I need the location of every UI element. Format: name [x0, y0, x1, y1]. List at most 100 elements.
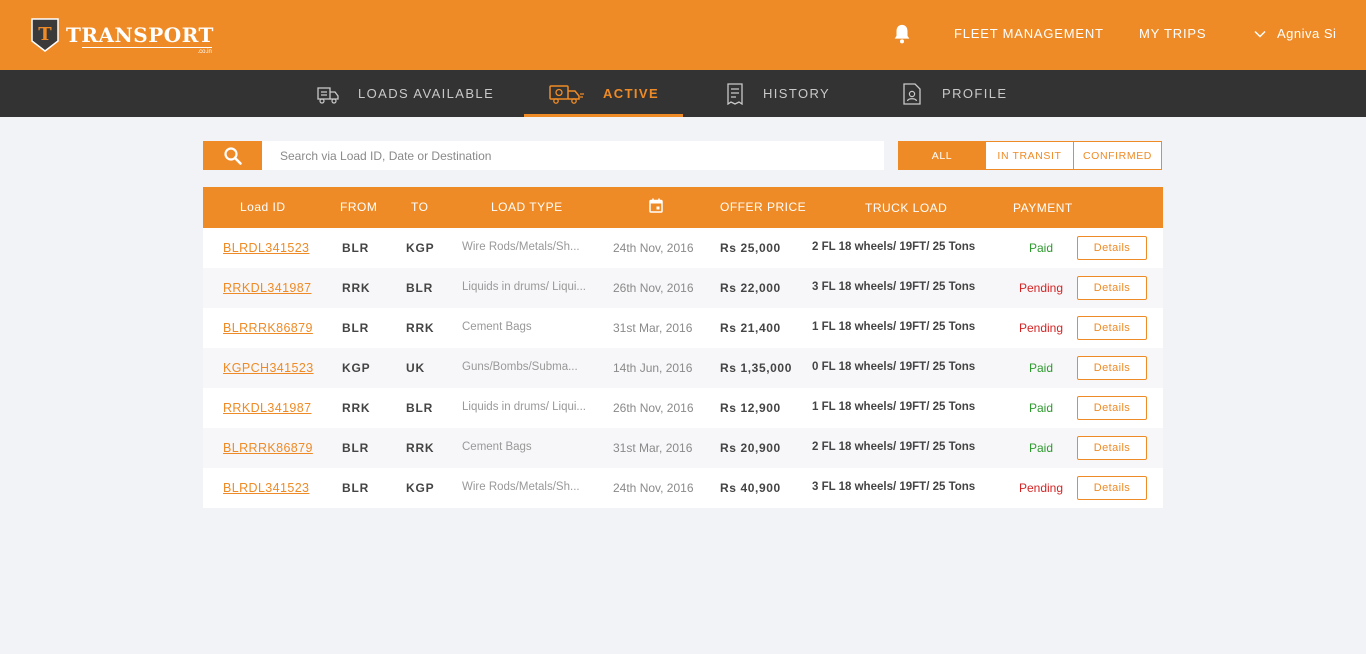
status-filter-group: ALL IN TRANSIT CONFIRMED: [898, 141, 1162, 170]
filter-in-transit[interactable]: IN TRANSIT: [986, 141, 1074, 170]
load-id-link[interactable]: BLRDL341523: [223, 241, 309, 255]
load-id-link[interactable]: KGPCH341523: [223, 361, 314, 375]
active-tab-indicator: [524, 114, 683, 117]
truck-load-cell: 0 FL 18 wheels/ 19FT/ 25 Tons: [812, 361, 976, 373]
from-cell: BLR: [342, 481, 370, 495]
load-id-link[interactable]: BLRDL341523: [223, 481, 309, 495]
moving-truck-icon: [549, 84, 584, 104]
payment-status: Pending: [1018, 481, 1064, 495]
header-load-type[interactable]: LOAD TYPE: [491, 200, 563, 214]
load-type-cell: Cement Bags: [462, 321, 532, 333]
header-offer-price[interactable]: OFFER PRICE: [720, 200, 806, 214]
header-from[interactable]: FROM: [340, 200, 377, 214]
tab-loads-available[interactable]: LOADS AVAILABLE: [316, 70, 494, 117]
to-cell: BLR: [406, 281, 434, 295]
load-id-link[interactable]: RRKDL341987: [223, 401, 311, 415]
offer-price-cell: Rs 1,35,000: [720, 361, 792, 375]
search-input[interactable]: [262, 141, 884, 170]
load-id-link[interactable]: BLRRRK86879: [223, 441, 313, 455]
tab-history[interactable]: HISTORY: [725, 70, 830, 117]
date-cell: 14th Jun, 2016: [613, 361, 693, 375]
filter-confirmed[interactable]: CONFIRMED: [1074, 141, 1162, 170]
date-cell: 31st Mar, 2016: [613, 441, 693, 455]
tab-label: LOADS AVAILABLE: [358, 86, 495, 101]
load-type-cell: Guns/Bombs/Subma...: [462, 361, 578, 373]
to-cell: UK: [406, 361, 425, 375]
load-type-cell: Liquids in drums/ Liqui...: [462, 281, 587, 293]
load-id-link[interactable]: RRKDL341987: [223, 281, 311, 295]
payment-status: Paid: [1028, 401, 1054, 415]
search-button[interactable]: [203, 141, 262, 170]
details-button[interactable]: Details: [1077, 236, 1147, 260]
tab-active[interactable]: ACTIVE: [549, 70, 659, 117]
table-row: BLRRRK86879 BLR RRK Cement Bags 31st Mar, 20…: [203, 428, 1163, 468]
header-payment[interactable]: PAYMENT: [1013, 201, 1073, 215]
to-cell: RRK: [406, 321, 435, 335]
table-header: Load ID FROM TO LOAD TYPE OFFER PRICE TR…: [203, 187, 1163, 228]
offer-price-cell: Rs 40,900: [720, 481, 781, 495]
payment-status: Pending: [1018, 321, 1064, 335]
offer-price-cell: Rs 22,000: [720, 281, 781, 295]
from-cell: BLR: [342, 321, 370, 335]
offer-price-cell: Rs 12,900: [720, 401, 781, 415]
load-id-link[interactable]: BLRRRK86879: [223, 321, 313, 335]
load-type-cell: Cement Bags: [462, 441, 532, 453]
date-cell: 24th Nov, 2016: [613, 241, 694, 255]
offer-price-cell: Rs 21,400: [720, 321, 781, 335]
notification-bell-icon[interactable]: [891, 23, 913, 45]
brand-logo[interactable]: T TRANSPORT .co.in: [30, 16, 214, 55]
filter-all[interactable]: ALL: [898, 141, 986, 170]
table-row: KGPCH341523 KGP UK Guns/Bombs/Subma... 14th …: [203, 348, 1163, 388]
search-icon: [223, 146, 242, 165]
table-row: RRKDL341987 RRK BLR Liquids in drums/ Liqui…: [203, 268, 1163, 308]
brand-domain: .co.in: [81, 47, 212, 55]
details-button[interactable]: Details: [1077, 436, 1147, 460]
date-cell: 31st Mar, 2016: [613, 321, 693, 335]
from-cell: RRK: [342, 281, 371, 295]
table-row: BLRDL341523 BLR KGP Wire Rods/Metals/Sh... 2…: [203, 228, 1163, 268]
from-cell: BLR: [342, 241, 370, 255]
header-load-id[interactable]: Load ID: [240, 200, 286, 214]
nav-fleet-management[interactable]: FLEET MANAGEMENT: [954, 26, 1104, 41]
top-header: T TRANSPORT .co.in FLEET MANAGEMENT MY T…: [0, 0, 1366, 70]
brand-name: TRANSPORT: [66, 23, 214, 47]
payment-status: Pending: [1018, 281, 1064, 295]
tab-label: HISTORY: [763, 86, 831, 101]
to-cell: KGP: [406, 481, 435, 495]
from-cell: BLR: [342, 441, 370, 455]
date-cell: 26th Nov, 2016: [613, 281, 694, 295]
truck-load-cell: 3 FL 18 wheels/ 19FT/ 25 Tons: [812, 281, 976, 293]
header-truck-load[interactable]: TRUCK LOAD: [865, 201, 947, 215]
details-button[interactable]: Details: [1077, 476, 1147, 500]
date-cell: 26th Nov, 2016: [613, 401, 694, 415]
from-cell: RRK: [342, 401, 371, 415]
brand-text: TRANSPORT .co.in: [66, 23, 214, 55]
to-cell: KGP: [406, 241, 435, 255]
header-to[interactable]: TO: [411, 200, 428, 214]
truck-load-cell: 2 FL 18 wheels/ 19FT/ 25 Tons: [812, 241, 976, 253]
load-type-cell: Liquids in drums/ Liqui...: [462, 401, 587, 413]
payment-status: Paid: [1028, 441, 1054, 455]
table-row: BLRRRK86879 BLR RRK Cement Bags 31st Mar, 20…: [203, 308, 1163, 348]
profile-document-icon: [903, 82, 921, 105]
details-button[interactable]: Details: [1077, 316, 1147, 340]
table-row: BLRDL341523 BLR KGP Wire Rods/Metals/Sh... 2…: [203, 468, 1163, 508]
tab-label: PROFILE: [942, 86, 1008, 101]
details-button[interactable]: Details: [1077, 276, 1147, 300]
truck-load-cell: 3 FL 18 wheels/ 19FT/ 25 Tons: [812, 481, 976, 493]
from-cell: KGP: [342, 361, 371, 375]
calendar-icon[interactable]: [649, 198, 663, 216]
user-name: Agniva Si: [1277, 26, 1337, 41]
tab-bar: LOADS AVAILABLE ACTIVE HISTORY PROFILE: [0, 70, 1366, 117]
payment-status: Paid: [1028, 361, 1054, 375]
tab-profile[interactable]: PROFILE: [900, 70, 1007, 117]
receipt-icon: [727, 82, 743, 105]
chevron-down-icon: [1254, 30, 1266, 38]
user-menu[interactable]: Agniva Si: [1254, 26, 1336, 41]
details-button[interactable]: Details: [1077, 356, 1147, 380]
date-cell: 24th Nov, 2016: [613, 481, 694, 495]
load-type-cell: Wire Rods/Metals/Sh...: [462, 241, 580, 253]
details-button[interactable]: Details: [1077, 396, 1147, 420]
truck-load-icon: [317, 86, 339, 104]
nav-my-trips[interactable]: MY TRIPS: [1139, 26, 1206, 41]
